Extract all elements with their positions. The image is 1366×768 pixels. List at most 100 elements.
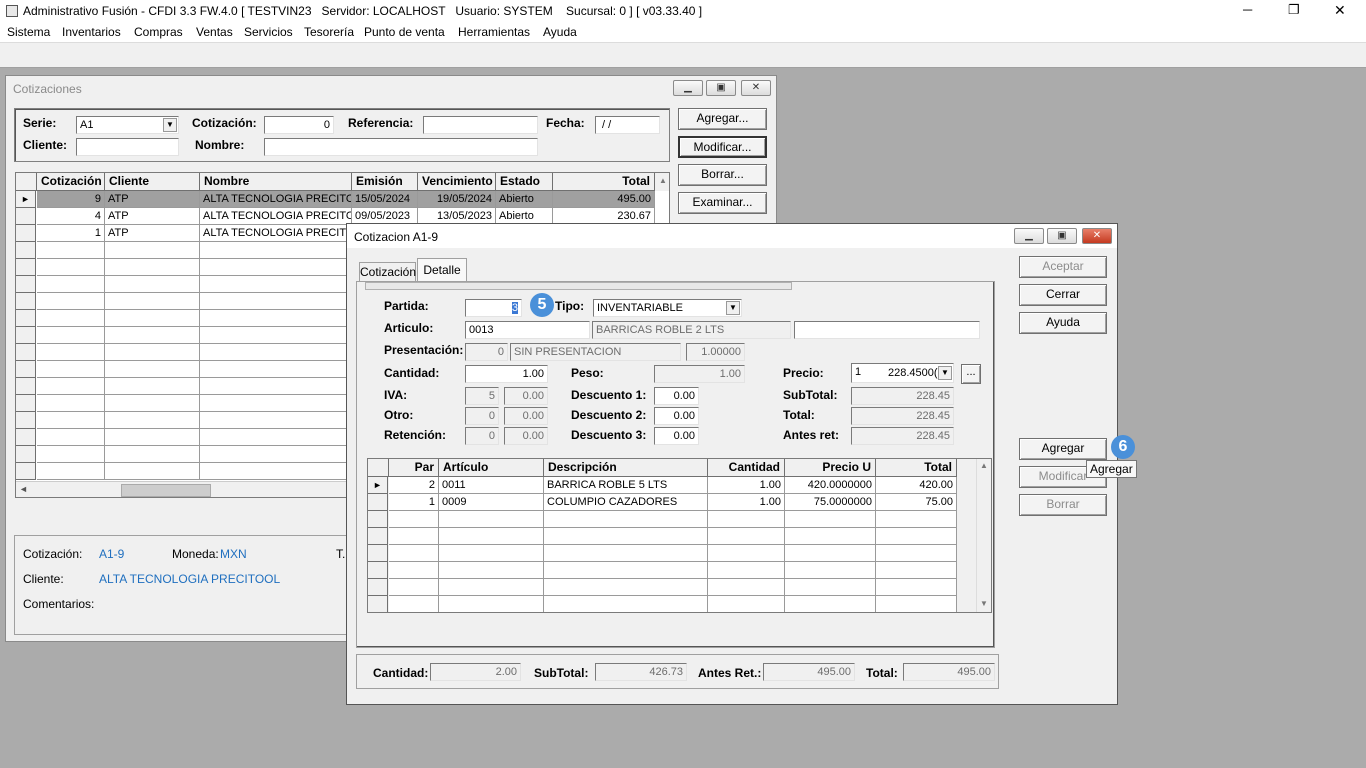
cot-cell[interactable]: 4	[37, 208, 105, 225]
empty-cell[interactable]	[785, 545, 876, 562]
row-indicator[interactable]	[16, 395, 36, 412]
descuento1-input[interactable]: 0.00	[654, 387, 699, 405]
row-indicator[interactable]	[16, 225, 36, 242]
menu-ayuda[interactable]: Ayuda	[543, 25, 577, 39]
empty-cell[interactable]	[105, 344, 200, 361]
empty-cell[interactable]	[200, 378, 352, 395]
empty-cell[interactable]	[200, 327, 352, 344]
empty-cell[interactable]	[389, 511, 439, 528]
col-nombre[interactable]: Nombre	[200, 173, 352, 191]
partida-cell[interactable]: 2	[389, 477, 439, 494]
empty-cell[interactable]	[544, 579, 708, 596]
maximize-button[interactable]: ❐	[1288, 2, 1300, 18]
ayuda-button[interactable]: Ayuda	[1019, 312, 1107, 334]
row-indicator[interactable]	[368, 596, 388, 612]
row-indicator[interactable]: ►	[368, 477, 388, 494]
cliente-input[interactable]	[76, 138, 179, 156]
empty-cell[interactable]	[200, 276, 352, 293]
empty-cell[interactable]	[37, 293, 105, 310]
empty-cell[interactable]	[105, 276, 200, 293]
row-indicator[interactable]	[16, 327, 36, 344]
row-indicator[interactable]	[368, 545, 388, 562]
row-indicator[interactable]	[16, 276, 36, 293]
empty-cell[interactable]	[439, 579, 544, 596]
fecha-input[interactable]: / /	[595, 116, 660, 134]
empty-cell[interactable]	[37, 327, 105, 344]
empty-cell[interactable]	[389, 545, 439, 562]
col-total-partida[interactable]: Total	[876, 459, 957, 477]
partidas-grid[interactable]: Par Artículo Descripción Cantidad Precio…	[367, 458, 992, 613]
empty-cell[interactable]	[37, 395, 105, 412]
partida-cell[interactable]: 1.00	[708, 494, 785, 511]
col-estado[interactable]: Estado	[496, 173, 553, 191]
col-descripcion[interactable]: Descripción	[544, 459, 708, 477]
empty-cell[interactable]	[876, 596, 957, 612]
col-precio-u[interactable]: Precio U	[785, 459, 876, 477]
empty-cell[interactable]	[785, 528, 876, 545]
empty-cell[interactable]	[200, 242, 352, 259]
empty-cell[interactable]	[200, 344, 352, 361]
empty-cell[interactable]	[708, 562, 785, 579]
empty-cell[interactable]	[200, 463, 352, 480]
empty-cell[interactable]	[200, 412, 352, 429]
partida-cell[interactable]: 75.0000000	[785, 494, 876, 511]
descuento2-input[interactable]: 0.00	[654, 407, 699, 425]
partida-cell[interactable]: 420.00	[876, 477, 957, 494]
empty-cell[interactable]	[37, 361, 105, 378]
aceptar-button[interactable]: Aceptar	[1019, 256, 1107, 278]
row-indicator[interactable]	[368, 562, 388, 579]
tab-cotizacion[interactable]: Cotización	[359, 262, 416, 282]
empty-cell[interactable]	[708, 511, 785, 528]
cot-minimize-button[interactable]: ▁	[673, 80, 703, 96]
empty-cell[interactable]	[876, 579, 957, 596]
col-articulo[interactable]: Artículo	[439, 459, 544, 477]
empty-cell[interactable]	[200, 395, 352, 412]
empty-cell[interactable]	[200, 361, 352, 378]
row-indicator[interactable]	[16, 242, 36, 259]
empty-cell[interactable]	[105, 327, 200, 344]
row-indicator[interactable]	[16, 429, 36, 446]
partida-input[interactable]: 3	[465, 299, 522, 317]
empty-cell[interactable]	[544, 511, 708, 528]
cerrar-button[interactable]: Cerrar	[1019, 284, 1107, 306]
row-indicator[interactable]	[368, 579, 388, 596]
cot-cell[interactable]: 15/05/2024	[352, 191, 418, 208]
partida-cell[interactable]: 420.0000000	[785, 477, 876, 494]
row-indicator[interactable]	[16, 310, 36, 327]
empty-cell[interactable]	[37, 242, 105, 259]
empty-cell[interactable]	[876, 545, 957, 562]
cot-close-button[interactable]: ✕	[741, 80, 771, 96]
menu-inventarios[interactable]: Inventarios	[62, 25, 121, 39]
precio-more-button[interactable]: ...	[961, 364, 981, 384]
empty-cell[interactable]	[37, 344, 105, 361]
hscroll-thumb[interactable]	[121, 484, 211, 497]
row-indicator[interactable]	[368, 511, 388, 528]
agregar-partida-button[interactable]: Agregar	[1019, 438, 1107, 460]
partida-cell[interactable]: 0011	[439, 477, 544, 494]
empty-cell[interactable]	[439, 545, 544, 562]
row-indicator[interactable]	[16, 208, 36, 225]
row-indicator[interactable]	[368, 528, 388, 545]
scroll-down-icon[interactable]: ▼	[980, 599, 988, 608]
nombre-input[interactable]	[264, 138, 538, 156]
empty-cell[interactable]	[876, 562, 957, 579]
cot-cell[interactable]: 19/05/2024	[418, 191, 496, 208]
descuento3-input[interactable]: 0.00	[654, 427, 699, 445]
cot-cell[interactable]: 495.00	[553, 191, 655, 208]
row-indicator[interactable]	[16, 293, 36, 310]
empty-cell[interactable]	[200, 429, 352, 446]
empty-cell[interactable]	[389, 562, 439, 579]
cot-cell[interactable]: ATP	[105, 225, 200, 242]
row-indicator[interactable]	[16, 412, 36, 429]
cot-cell[interactable]: ALTA TECNOLOGIA PRECITOOL	[200, 191, 352, 208]
row-indicator[interactable]: ►	[16, 191, 36, 208]
row-indicator[interactable]	[16, 259, 36, 276]
menu-servicios[interactable]: Servicios	[244, 25, 293, 39]
cot-cell[interactable]: ATP	[105, 208, 200, 225]
cot-cell[interactable]: ALTA TECNOLOGIA PRECITOOL	[200, 208, 352, 225]
empty-cell[interactable]	[200, 293, 352, 310]
col-vencimiento[interactable]: Vencimiento	[418, 173, 496, 191]
menu-sistema[interactable]: Sistema	[7, 25, 50, 39]
modificar-button[interactable]: Modificar...	[678, 136, 767, 158]
partida-cell[interactable]: 1.00	[708, 477, 785, 494]
